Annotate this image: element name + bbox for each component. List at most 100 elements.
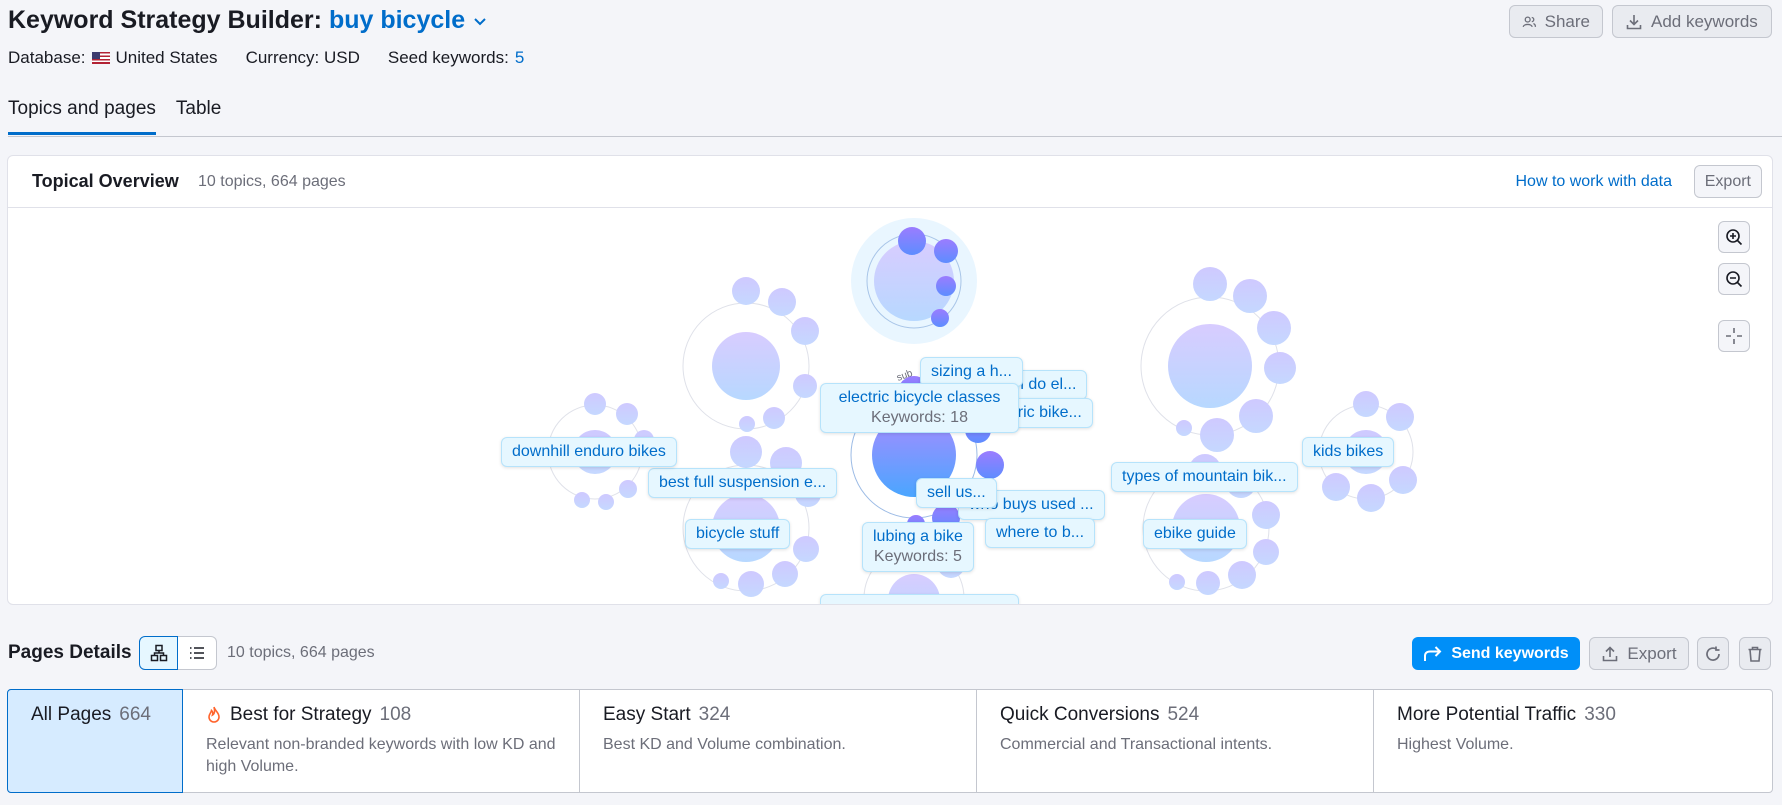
- page-bubble[interactable]: [763, 407, 785, 429]
- page-bubble[interactable]: [1193, 267, 1227, 301]
- crosshair-icon: [1726, 328, 1742, 344]
- card-best-for-strategy[interactable]: Best for Strategy 108 Relevant non-brande…: [183, 690, 580, 792]
- page-bubble[interactable]: [738, 571, 764, 597]
- meta-row: Database: United States Currency: USD Se…: [8, 48, 552, 68]
- page-bubble[interactable]: [619, 480, 637, 498]
- pages-details-title: Pages Details: [8, 642, 132, 663]
- overview-header: Topical Overview 10 topics, 664 pages Ho…: [8, 156, 1772, 208]
- zoom-in-icon: [1726, 229, 1743, 246]
- upload-icon: [1603, 645, 1618, 661]
- overview-subtitle: 10 topics, 664 pages: [198, 173, 346, 190]
- seed-keywords-info: Seed keywords: 5: [387, 48, 525, 68]
- card-easy-start[interactable]: Easy Start 324 Best KD and Volume combina…: [580, 690, 977, 792]
- page-bubble[interactable]: [1196, 571, 1220, 595]
- page-bubble[interactable]: [931, 309, 949, 327]
- page-bubble[interactable]: [1239, 399, 1273, 433]
- view-tabs: Topics and pages Table: [8, 98, 241, 135]
- fire-icon: [208, 706, 220, 723]
- send-keywords-button[interactable]: Send keywords: [1412, 637, 1580, 670]
- database-info: Database: United States: [8, 48, 218, 67]
- page-bubble[interactable]: [739, 416, 755, 432]
- topic-bubble[interactable]: [712, 332, 780, 400]
- view-toggle: [139, 636, 217, 670]
- page-bubble[interactable]: [1233, 279, 1267, 313]
- page-bubble[interactable]: [1257, 311, 1291, 345]
- page-bubble[interactable]: [732, 277, 760, 305]
- refresh-icon: [1706, 646, 1720, 661]
- page-bubble[interactable]: [772, 561, 798, 587]
- topic-label[interactable]: downhill enduro bikes: [501, 437, 677, 467]
- pages-export-button[interactable]: Export: [1589, 637, 1689, 670]
- share-button[interactable]: Share: [1509, 5, 1603, 38]
- page-bubble[interactable]: [1357, 484, 1385, 512]
- tab-topics-and-pages[interactable]: Topics and pages: [8, 98, 156, 135]
- page-bubble[interactable]: [1389, 466, 1417, 494]
- page-bubble[interactable]: [1253, 539, 1279, 565]
- topical-overview-panel: Topical Overview 10 topics, 664 pages Ho…: [7, 155, 1773, 605]
- forward-arrow-icon: [1424, 645, 1442, 661]
- page-bubble[interactable]: [1322, 473, 1350, 501]
- page-bubble[interactable]: [976, 451, 1004, 479]
- download-icon: [1626, 14, 1642, 29]
- page-bubble[interactable]: [1200, 418, 1234, 452]
- page-bubble[interactable]: [598, 494, 614, 510]
- keyword-selector[interactable]: buy bicycle: [329, 6, 465, 35]
- topic-label[interactable]: types of mountain bik...: [1111, 462, 1298, 492]
- page-bubble[interactable]: [713, 573, 729, 589]
- page-bubble[interactable]: [1176, 420, 1192, 436]
- hierarchy-icon: [150, 644, 167, 662]
- page-bubble[interactable]: [936, 276, 956, 296]
- topic-label[interactable]: bicycle stuff: [685, 519, 791, 549]
- zoom-out-button[interactable]: [1718, 263, 1750, 295]
- page-bubble[interactable]: [791, 317, 819, 345]
- grouped-view-button[interactable]: [139, 636, 178, 670]
- topic-label-lubing-a-bike[interactable]: lubing a bike Keywords: 5: [862, 522, 974, 572]
- refresh-button[interactable]: [1697, 637, 1729, 670]
- how-to-work-link[interactable]: How to work with data: [1515, 173, 1672, 191]
- trash-icon: [1748, 646, 1762, 662]
- tab-table[interactable]: Table: [176, 98, 221, 135]
- page-bubble[interactable]: [584, 393, 606, 415]
- page-bubble[interactable]: [768, 288, 796, 316]
- topic-bubble[interactable]: [1168, 324, 1252, 408]
- topic-label[interactable]: where to b...: [985, 518, 1096, 548]
- zoom-in-button[interactable]: [1718, 221, 1750, 253]
- tab-divider: [8, 136, 1782, 137]
- card-quick-conversions[interactable]: Quick Conversions 524 Commercial and Tran…: [977, 690, 1374, 792]
- seed-keywords-count[interactable]: 5: [515, 48, 524, 68]
- page-bubble[interactable]: [1386, 403, 1414, 431]
- topic-label-electric-bicycle-classes[interactable]: electric bicycle classes Keywords: 18: [820, 383, 1019, 433]
- page-bubble[interactable]: [793, 536, 819, 562]
- page-bubble[interactable]: [730, 436, 762, 468]
- page-bubble[interactable]: [793, 374, 817, 398]
- card-all-pages[interactable]: All Pages 664: [7, 689, 183, 793]
- page-filter-cards: All Pages 664 Best for Strategy 108 Releva…: [7, 689, 1773, 793]
- overview-export-button[interactable]: Export: [1693, 165, 1762, 198]
- page-bubble[interactable]: [574, 492, 590, 508]
- page-bubble[interactable]: [1169, 574, 1185, 590]
- title-text: Keyword Strategy Builder:: [8, 6, 322, 34]
- us-flag-icon: [91, 52, 110, 64]
- page-bubble[interactable]: [616, 403, 638, 425]
- chevron-down-icon[interactable]: [473, 14, 487, 28]
- page-bubble[interactable]: [1252, 501, 1280, 529]
- card-more-potential-traffic[interactable]: More Potential Traffic 330 Highest Volume…: [1374, 690, 1771, 792]
- list-view-button[interactable]: [178, 636, 217, 670]
- add-keywords-button[interactable]: Add keywords: [1612, 5, 1772, 38]
- page-bubble[interactable]: [1228, 561, 1256, 589]
- topic-label[interactable]: ebike guide: [1143, 519, 1247, 549]
- page-title: Keyword Strategy Builder: buy bicycle: [8, 6, 487, 35]
- delete-button[interactable]: [1739, 637, 1771, 670]
- page-bubble[interactable]: [1353, 391, 1379, 417]
- zoom-out-icon: [1726, 271, 1743, 288]
- page-bubble[interactable]: [1264, 352, 1296, 384]
- center-view-button[interactable]: [1718, 320, 1750, 352]
- pages-details-subtitle: 10 topics, 664 pages: [227, 644, 375, 661]
- currency-info: Currency: USD: [245, 48, 360, 67]
- topic-label[interactable]: best full suspension e...: [648, 468, 838, 498]
- topic-label-partial[interactable]: [820, 594, 1019, 604]
- topic-label[interactable]: kids bikes: [1302, 437, 1395, 467]
- page-bubble[interactable]: [898, 227, 926, 255]
- page-bubble[interactable]: [934, 239, 958, 263]
- topic-label[interactable]: sell us...: [916, 478, 997, 508]
